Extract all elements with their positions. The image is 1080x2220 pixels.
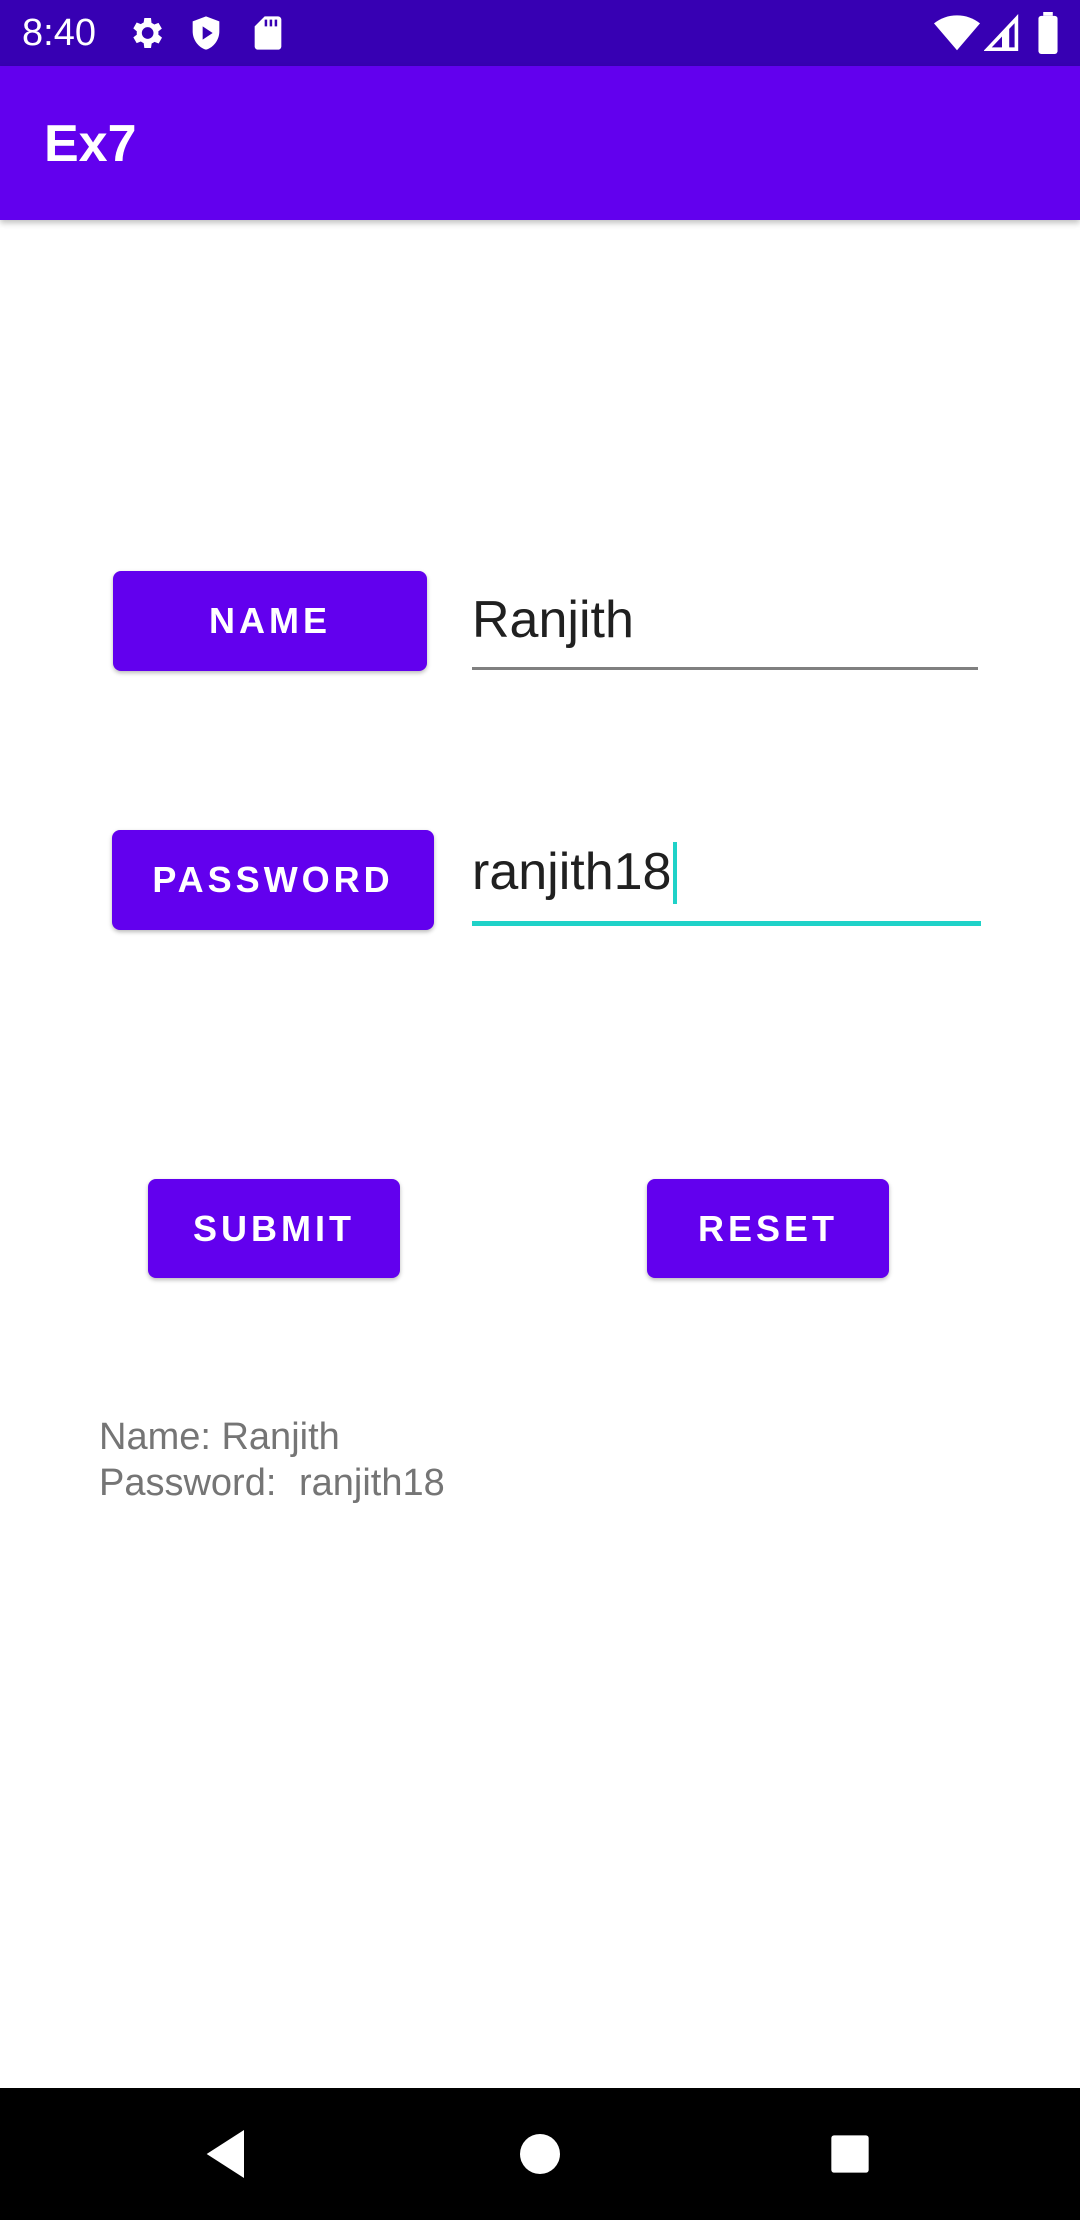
gear-icon: [126, 13, 166, 53]
wifi-icon: [934, 13, 980, 53]
status-time: 8:40: [22, 12, 96, 54]
recents-icon[interactable]: [818, 2122, 882, 2186]
app-title: Ex7: [44, 115, 137, 173]
navigation-bar: [0, 2088, 1080, 2220]
output-password-label: Password:: [99, 1462, 277, 1504]
password-input[interactable]: ranjith18: [472, 842, 981, 926]
status-bar: 8:40: [0, 0, 1080, 66]
output-password-line: Password: ranjith18: [99, 1460, 445, 1506]
output-name-line: Name: Ranjith: [99, 1414, 340, 1460]
shield-play-icon: [186, 13, 226, 53]
reset-button[interactable]: RESET: [647, 1179, 889, 1278]
signal-icon: [983, 13, 1024, 53]
output-name-value: Ranjith: [221, 1416, 340, 1458]
output-name-label: Name:: [99, 1416, 211, 1458]
name-input-value: Ranjith: [472, 591, 634, 649]
submit-button[interactable]: SUBMIT: [148, 1179, 400, 1278]
name-button[interactable]: NAME: [113, 571, 427, 671]
sd-card-icon: [248, 13, 288, 53]
battery-icon: [1036, 12, 1060, 54]
screen: 8:40 Ex7 NAME Ranjith PASSWORD ranjith18…: [0, 0, 1080, 2220]
password-button[interactable]: PASSWORD: [112, 830, 434, 930]
back-icon[interactable]: [196, 2122, 260, 2186]
home-icon[interactable]: [508, 2122, 572, 2186]
text-caret: [673, 842, 678, 904]
output-password-value: ranjith18: [298, 1462, 445, 1504]
password-input-value: ranjith18: [472, 843, 672, 901]
name-input[interactable]: Ranjith: [472, 590, 978, 670]
app-bar: Ex7: [0, 66, 1080, 220]
